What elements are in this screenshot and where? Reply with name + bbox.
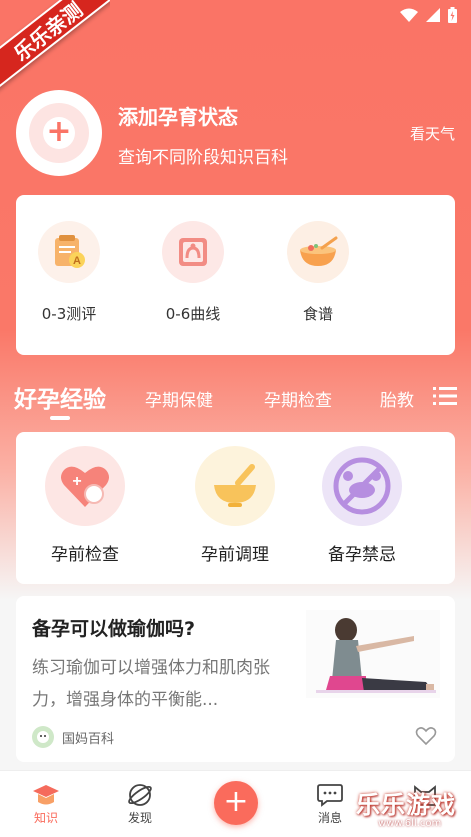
svg-text:+: + [72,473,81,490]
planet-icon [128,784,152,806]
svg-text:A: A [73,255,81,267]
tool-growth-curve[interactable]: 0-6曲线 [148,221,238,324]
active-tab-indicator [50,416,70,420]
category-label: 孕前调理 [201,545,269,565]
battery-icon [448,7,457,23]
category-taboo[interactable]: 备孕禁忌 [302,446,422,565]
nav-discover[interactable]: 发现 [110,781,170,826]
tab-good-pregnancy[interactable]: 好孕经验 [14,380,106,414]
graduation-cap-icon [33,785,59,805]
category-card: + 孕前检查 孕前调理 备孕禁忌 [16,432,455,584]
article-thumbnail[interactable] [306,610,440,698]
no-crab-icon [322,446,402,526]
author-name: 国妈百科 [62,731,115,747]
watermark-url: www.6ll.com [378,818,442,829]
category-tabs: 好孕经验 孕期保健 孕期检查 胎教 [0,378,471,422]
baby-icon: + [29,103,89,163]
nav-label: 知识 [33,811,58,825]
plus-icon: + [43,117,75,149]
menu-list-icon[interactable] [433,384,457,408]
category-pre-care[interactable]: 孕前调理 [175,446,295,565]
wifi-icon [400,8,418,22]
heart-icon[interactable] [415,726,437,746]
nav-label: 发现 [127,811,152,825]
watermark-logo: 乐乐游戏 [356,791,456,819]
tab-prenatal-education[interactable]: 胎教 [380,386,414,411]
add-status-avatar[interactable]: + [16,90,102,176]
tab-pregnancy-checkup[interactable]: 孕期检查 [264,386,332,411]
article-author: 国妈百科 [32,726,114,748]
signal-icon [426,8,440,22]
category-pre-check[interactable]: + 孕前检查 [25,446,145,565]
category-label: 孕前检查 [51,545,119,565]
tool-label: 食谱 [302,305,333,323]
assessment-icon: A [38,221,100,283]
article-title[interactable]: 备孕可以做瑜伽吗? [32,614,195,641]
add-status-subtitle: 查询不同阶段知识百科 [118,148,288,168]
weather-link[interactable]: 看天气 [410,123,455,144]
heart-check-icon: + [45,446,125,526]
growth-curve-icon [162,221,224,283]
nav-knowledge[interactable]: 知识 [16,781,76,826]
tool-recipe[interactable]: 食谱 [273,221,363,324]
chat-bubble-icon [317,784,343,807]
tools-card: A 0-3测评 0-6曲线 食谱 [16,195,455,355]
mortar-bowl-icon [195,446,275,526]
nav-add-button[interactable]: + [214,781,258,825]
author-avatar [32,726,54,748]
tool-label: 0-6曲线 [165,305,221,323]
recipe-bowl-icon [287,221,349,283]
tab-pregnancy-care[interactable]: 孕期保健 [145,386,213,411]
article-card[interactable]: 备孕可以做瑜伽吗? 练习瑜伽可以增强体力和肌肉张力，增强身体的平衡能... 国妈… [16,596,455,762]
tool-assessment[interactable]: A 0-3测评 [24,221,114,324]
add-status-title[interactable]: 添加孕育状态 [118,101,238,130]
nav-messages[interactable]: 消息 [300,781,360,826]
article-description: 练习瑜伽可以增强体力和肌肉张力，增强身体的平衡能... [32,658,270,710]
category-label: 备孕禁忌 [328,545,396,565]
status-bar [0,0,471,32]
tool-label: 0-3测评 [41,305,97,323]
nav-label: 消息 [317,811,342,825]
